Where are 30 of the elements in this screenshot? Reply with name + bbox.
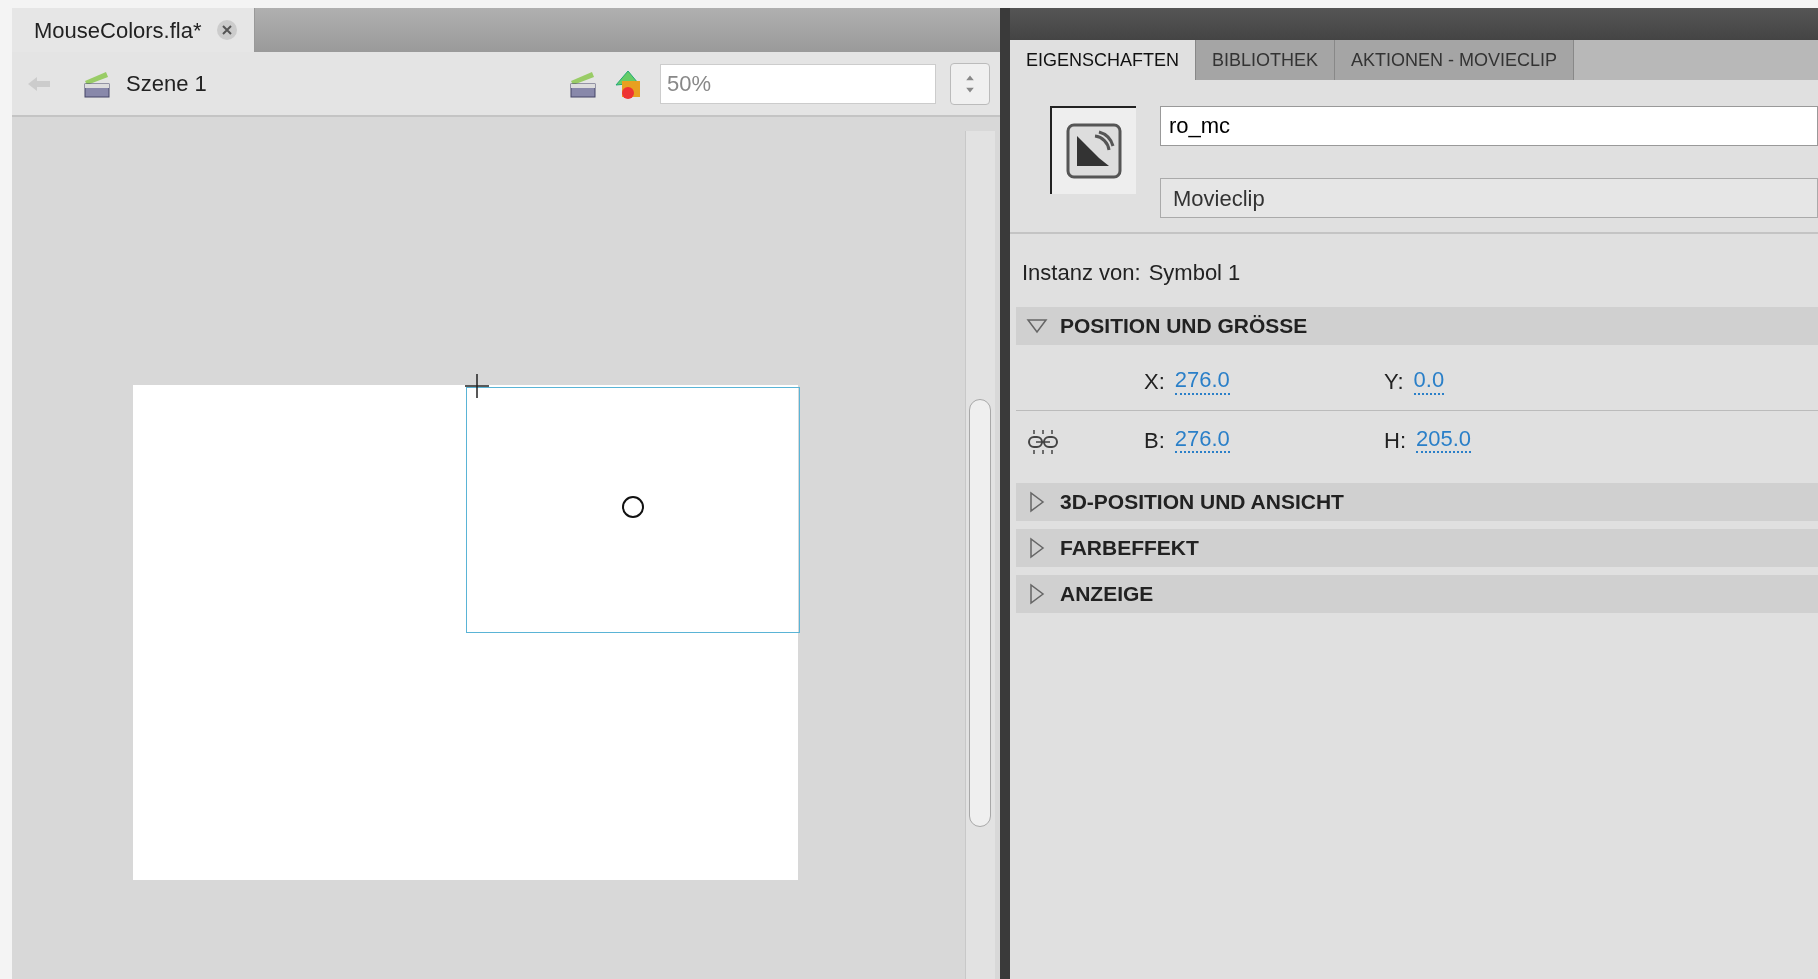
document-title: MouseColors.fla* bbox=[34, 16, 202, 45]
transform-point-icon bbox=[621, 495, 645, 519]
movieclip-icon bbox=[1065, 122, 1123, 180]
field-label: H: bbox=[1384, 426, 1406, 455]
section-title: FARBEFFEKT bbox=[1060, 535, 1199, 562]
section-title: POSITION UND GRÖSSE bbox=[1060, 313, 1308, 340]
registration-cross-icon bbox=[464, 373, 490, 399]
field-label: Y: bbox=[1384, 368, 1404, 396]
link-icon[interactable] bbox=[1026, 427, 1060, 456]
section-header[interactable]: FARBEFFEKT bbox=[1016, 529, 1818, 567]
section-header[interactable]: ANZEIGE bbox=[1016, 575, 1818, 613]
field-label: X: bbox=[1144, 368, 1165, 396]
scene-label[interactable]: Szene 1 bbox=[126, 67, 207, 100]
instance-name-field[interactable]: ro_mc bbox=[1160, 106, 1818, 146]
panel-tab[interactable]: AKTIONEN - MOVIECLIP bbox=[1335, 40, 1575, 80]
panel-tab[interactable]: BIBLIOTHEK bbox=[1196, 40, 1336, 80]
section-title: ANZEIGE bbox=[1060, 581, 1154, 608]
document-tab[interactable]: MouseColors.fla* bbox=[12, 8, 255, 52]
section-header[interactable]: POSITION UND GRÖSSE bbox=[1016, 307, 1818, 345]
zoom-field[interactable]: 50% bbox=[660, 63, 936, 104]
field-label: B: bbox=[1144, 426, 1165, 455]
instance-of-value: Symbol 1 bbox=[1148, 259, 1241, 287]
symbol-type-dropdown[interactable]: Movieclip bbox=[1160, 178, 1818, 218]
scrollbar-thumb[interactable] bbox=[969, 399, 991, 827]
section-title: 3D-POSITION UND ANSICHT bbox=[1060, 489, 1344, 516]
section-header[interactable]: 3D-POSITION UND ANSICHT bbox=[1016, 483, 1818, 521]
instance-of-label: Instanz von: bbox=[1022, 259, 1141, 287]
movieclip-selection[interactable] bbox=[466, 387, 800, 633]
close-icon[interactable] bbox=[215, 19, 238, 41]
panel-tab[interactable]: EIGENSCHAFTEN bbox=[1010, 40, 1197, 80]
